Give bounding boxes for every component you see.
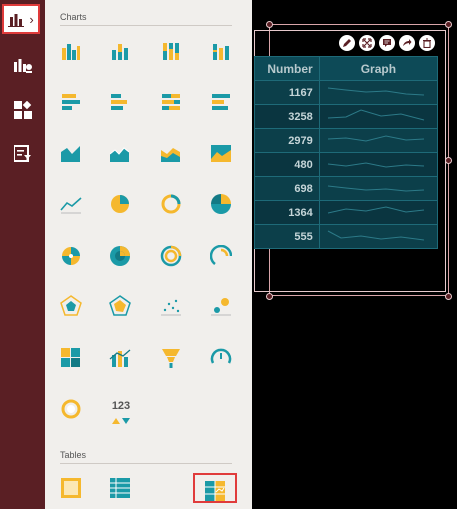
table-row[interactable]: 1364 (254, 200, 439, 225)
sparkline (327, 230, 424, 241)
bar-chart-variant-icon[interactable] (210, 91, 232, 113)
grid-widget-icon[interactable] (60, 477, 82, 499)
number-cell: 3258 (254, 104, 320, 129)
expand-icon (362, 38, 372, 48)
widgets-button[interactable] (0, 93, 45, 127)
table-row[interactable]: 698 (254, 176, 439, 201)
multi-level-doughnut-icon[interactable] (160, 245, 182, 267)
stacked-bar-100-icon[interactable] (160, 91, 182, 113)
table-widget-icon[interactable] (109, 477, 131, 499)
sparkline (327, 109, 424, 121)
number-card-widget[interactable]: 123 (107, 400, 135, 430)
delete-icon (423, 38, 431, 48)
resize-handle-top-left[interactable] (266, 21, 273, 28)
sparkline-cell (318, 104, 439, 129)
number-cell: 1364 (254, 200, 320, 225)
combination-chart-icon[interactable] (109, 347, 131, 369)
pie-chart-icon[interactable] (109, 193, 131, 215)
line-chart-icon[interactable] (60, 193, 82, 215)
sparkline (327, 135, 424, 142)
share-icon (403, 39, 412, 46)
table-row[interactable]: 480 (254, 152, 439, 177)
heatmap-chart-icon[interactable] (60, 347, 82, 369)
bar-chart-horizontal-icon[interactable] (60, 91, 82, 113)
sparkline-grid-table: Number Graph 1167 3258 2979 480 698 1364… (254, 56, 439, 249)
column-header-graph[interactable]: Graph (318, 56, 439, 81)
share-button[interactable] (399, 35, 415, 51)
number-cell: 2979 (254, 128, 320, 153)
datasource-button[interactable] (0, 48, 45, 82)
widgets-grid-icon (13, 101, 32, 119)
resize-handle-top-right[interactable] (445, 21, 452, 28)
table-row[interactable]: 3258 (254, 104, 439, 129)
range-area-chart-icon[interactable] (210, 142, 232, 164)
stacked-column-100-icon[interactable] (160, 40, 182, 62)
resize-handle-bottom-left[interactable] (266, 293, 273, 300)
expand-button[interactable] (359, 35, 375, 51)
sparkline-cell (318, 200, 439, 225)
stacked-area-chart-icon[interactable] (109, 142, 131, 164)
doughnut-chart-icon[interactable] (160, 193, 182, 215)
number-cell: 1167 (254, 80, 320, 105)
sparkline-cell (318, 176, 439, 201)
widget-toolbar (339, 35, 435, 53)
edit-icon (343, 39, 351, 47)
sunburst-chart-icon[interactable] (109, 245, 131, 267)
radar-polar-filled-icon[interactable] (109, 295, 131, 317)
resize-handle-right[interactable] (445, 157, 452, 164)
bar-chart-icon (8, 14, 25, 27)
delete-button[interactable] (419, 35, 435, 51)
comment-icon (383, 39, 391, 47)
progress-bar-icon[interactable] (60, 398, 82, 420)
chevron-right-icon: › (29, 11, 34, 27)
triangle-indicators-icon (112, 418, 130, 424)
charts-panel: Charts 123 Tables (45, 0, 252, 509)
filter-button[interactable] (0, 137, 45, 171)
comment-button[interactable] (379, 35, 395, 51)
left-rail: › (0, 0, 45, 509)
charts-divider (60, 25, 232, 26)
funnel-chart-icon[interactable] (160, 347, 182, 369)
sparkline-cell (318, 80, 439, 105)
table-row[interactable]: 1167 (254, 80, 439, 105)
charts-menu-button[interactable]: › (2, 4, 40, 34)
sparkline (327, 185, 424, 192)
scatter-chart-icon[interactable] (160, 295, 182, 317)
edit-button[interactable] (339, 35, 355, 51)
radar-polar-icon[interactable] (60, 295, 82, 317)
sparkline (327, 206, 424, 214)
area-chart-icon[interactable] (60, 142, 82, 164)
table-row[interactable]: 2979 (254, 128, 439, 153)
funnel-pie-icon[interactable] (210, 193, 232, 215)
stacked-column-chart-icon[interactable] (109, 40, 131, 62)
pyramid-pie-icon[interactable] (60, 245, 82, 267)
table-row[interactable]: 555 (254, 224, 439, 249)
stacked-area-100-icon[interactable] (160, 142, 182, 164)
sparkline (327, 87, 424, 96)
bubble-chart-icon[interactable] (210, 295, 232, 317)
column-chart-variant-icon[interactable] (210, 40, 232, 62)
number-cell: 698 (254, 176, 320, 201)
charts-section-title: Charts (60, 12, 87, 22)
filter-icon (13, 145, 31, 162)
column-header-number[interactable]: Number (254, 56, 320, 81)
tables-section-title: Tables (60, 450, 87, 460)
radial-chart-icon[interactable] (210, 245, 232, 267)
sparkline-cell (318, 128, 439, 153)
column-chart-icon[interactable] (60, 40, 82, 62)
number-cell: 555 (254, 224, 320, 249)
sparkline-cell (318, 152, 439, 177)
resize-handle-bottom-right[interactable] (445, 293, 452, 300)
tables-divider (60, 463, 232, 464)
sparkline-grid-icon[interactable] (204, 480, 226, 502)
number-card-label: 123 (111, 400, 131, 412)
data-source-icon (13, 59, 32, 73)
sparkline-cell (318, 224, 439, 249)
number-cell: 480 (254, 152, 320, 177)
sparkline (327, 162, 424, 168)
stacked-bar-chart-icon[interactable] (109, 91, 131, 113)
gauge-chart-icon[interactable] (210, 347, 232, 369)
